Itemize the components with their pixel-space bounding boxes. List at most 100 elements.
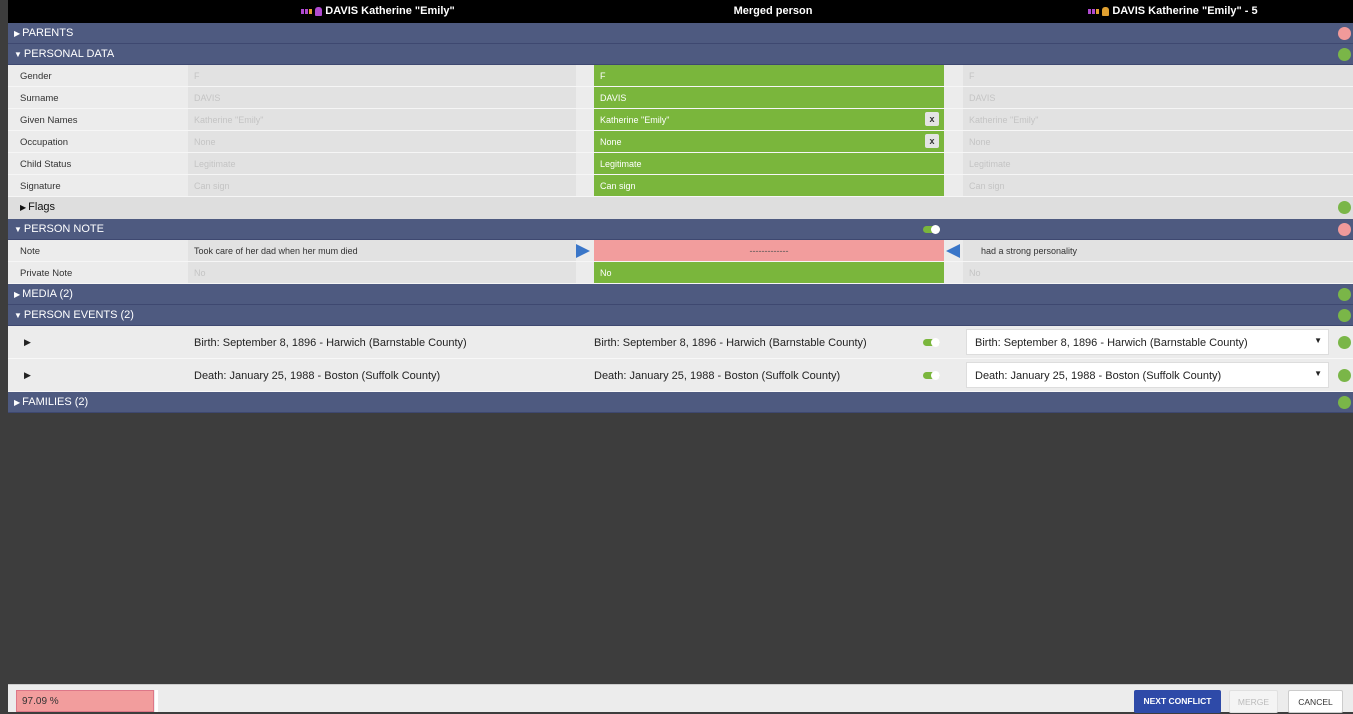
right-value[interactable]: Legitimate [963, 153, 1353, 174]
event-merge-toggle[interactable] [923, 338, 940, 347]
ok-status-icon [1338, 288, 1351, 301]
field-label: Note [20, 246, 41, 257]
right-value[interactable]: None [963, 131, 1353, 152]
field-label: Child Status [20, 159, 72, 170]
right-person-name: DAVIS Katherine "Emily" - 5 [1112, 5, 1258, 17]
merged-value[interactable]: None x [594, 131, 944, 152]
event-row-death: ▶ Death: January 25, 1988 - Boston (Suff… [8, 359, 1353, 392]
caret-right-icon: ▶ [20, 203, 27, 212]
merged-value[interactable]: Katherine "Emily" x [594, 109, 944, 130]
field-row-surname: Surname DAVIS DAVIS DAVIS [8, 87, 1353, 109]
field-row-gender: Gender F F F [8, 65, 1353, 87]
section-media-text: MEDIA (2) [22, 288, 73, 300]
left-value[interactable]: Can sign [188, 175, 576, 196]
merge-button[interactable]: MERGE [1229, 690, 1278, 713]
left-value[interactable]: DAVIS [188, 87, 576, 108]
merge-progress: 97.09 % [16, 690, 154, 712]
section-media[interactable]: ▶ MEDIA (2) [8, 284, 1353, 305]
caret-right-icon: ▶ [14, 29, 21, 38]
section-media-label: ▶ MEDIA (2) [14, 288, 73, 300]
left-event: Death: January 25, 1988 - Boston (Suffol… [194, 370, 441, 382]
flags-subsection[interactable]: ▶ Flags [8, 197, 1353, 219]
right-value[interactable]: had a strong personality [963, 240, 1353, 261]
right-value[interactable]: Katherine "Emily" [963, 109, 1353, 130]
flags-label: ▶ Flags [20, 201, 55, 213]
field-label: Signature [20, 181, 61, 192]
flags-text: Flags [28, 201, 56, 213]
caret-right-icon[interactable]: ▶ [24, 337, 31, 348]
caret-down-icon: ▼ [14, 50, 22, 59]
event-row-birth: ▶ Birth: September 8, 1896 - Harwich (Ba… [8, 326, 1353, 359]
right-value[interactable]: DAVIS [963, 87, 1353, 108]
next-conflict-button[interactable]: NEXT CONFLICT [1134, 690, 1221, 713]
merge-footer: 97.09 % NEXT CONFLICT MERGE CANCEL [8, 684, 1353, 713]
dropdown-arrow-icon: ▼ [1314, 336, 1322, 345]
female-person-icon [1102, 6, 1110, 16]
event-select-value: Birth: September 8, 1896 - Harwich (Barn… [975, 337, 1248, 349]
clear-icon[interactable]: x [925, 134, 939, 148]
section-parents-label: ▶ PARENTS [14, 27, 73, 39]
ok-status-icon [1338, 336, 1351, 349]
section-parents[interactable]: ▶ PARENTS [8, 23, 1353, 44]
tree-pin-icon [309, 8, 313, 14]
event-select[interactable]: Birth: September 8, 1896 - Harwich (Barn… [966, 329, 1329, 355]
event-merge-toggle[interactable] [923, 371, 940, 380]
caret-right-icon: ▶ [14, 398, 21, 407]
left-value[interactable]: None [188, 131, 576, 152]
left-value[interactable]: Took care of her dad when her mum died [188, 240, 576, 261]
merged-person-title: Merged person [733, 5, 813, 17]
field-label: Private Note [20, 268, 73, 279]
left-value[interactable]: Katherine "Emily" [188, 109, 576, 130]
field-label: Surname [20, 93, 59, 104]
merged-event: Birth: September 8, 1896 - Harwich (Barn… [594, 337, 867, 349]
section-person-events[interactable]: ▼ PERSON EVENTS (2) [8, 305, 1353, 326]
merged-value[interactable]: DAVIS [594, 87, 944, 108]
section-person-events-label: ▼ PERSON EVENTS (2) [14, 309, 134, 321]
section-personal-data-text: PERSONAL DATA [23, 48, 115, 60]
cancel-button[interactable]: CANCEL [1288, 690, 1343, 713]
tree-pin-icon [1088, 8, 1092, 14]
conflict-status-icon [1338, 27, 1351, 40]
arrow-right-icon[interactable] [576, 244, 590, 258]
ok-status-icon [1338, 369, 1351, 382]
field-label: Occupation [20, 137, 69, 148]
section-person-note[interactable]: ▼ PERSON NOTE [8, 219, 1353, 240]
section-personal-data[interactable]: ▼ PERSONAL DATA [8, 44, 1353, 65]
left-value[interactable]: F [188, 65, 576, 86]
section-personal-data-label: ▼ PERSONAL DATA [14, 48, 114, 60]
merged-value[interactable]: Legitimate [594, 153, 944, 174]
left-value[interactable]: Legitimate [188, 153, 576, 174]
arrow-left-icon[interactable] [946, 244, 960, 258]
section-person-note-label: ▼ PERSON NOTE [14, 223, 104, 235]
left-value[interactable]: No [188, 262, 576, 283]
merged-value[interactable]: No [594, 262, 944, 283]
conflict-status-icon [1338, 223, 1351, 236]
progress-track [155, 690, 158, 712]
event-select-value: Death: January 25, 1988 - Boston (Suffol… [975, 370, 1222, 382]
event-select[interactable]: Death: January 25, 1988 - Boston (Suffol… [966, 362, 1329, 388]
note-merge-toggle[interactable] [923, 225, 940, 234]
female-person-icon [315, 6, 323, 16]
merged-event: Death: January 25, 1988 - Boston (Suffol… [594, 370, 841, 382]
section-families-text: FAMILIES (2) [22, 396, 89, 408]
merged-value[interactable]: F [594, 65, 944, 86]
right-value[interactable]: Can sign [963, 175, 1353, 196]
caret-right-icon[interactable]: ▶ [24, 370, 31, 381]
tree-pin-icon [301, 8, 305, 14]
caret-down-icon: ▼ [14, 225, 22, 234]
merge-window: DAVIS Katherine "Emily" Merged person DA… [8, 0, 1353, 713]
right-value[interactable]: F [963, 65, 1353, 86]
ok-status-icon [1338, 309, 1351, 322]
right-value[interactable]: No [963, 262, 1353, 283]
left-person-name: DAVIS Katherine "Emily" [325, 5, 455, 17]
section-families[interactable]: ▶ FAMILIES (2) [8, 392, 1353, 413]
merged-value-text: Katherine "Emily" [600, 115, 670, 125]
field-row-occupation: Occupation None None x None [8, 131, 1353, 153]
merged-value-text: None [600, 137, 622, 147]
section-person-events-text: PERSON EVENTS (2) [23, 309, 134, 321]
merged-value[interactable]: ------------- [594, 240, 944, 261]
merged-value[interactable]: Can sign [594, 175, 944, 196]
left-event: Birth: September 8, 1896 - Harwich (Barn… [194, 337, 467, 349]
clear-icon[interactable]: x [925, 112, 939, 126]
field-row-given-names: Given Names Katherine "Emily" Katherine … [8, 109, 1353, 131]
